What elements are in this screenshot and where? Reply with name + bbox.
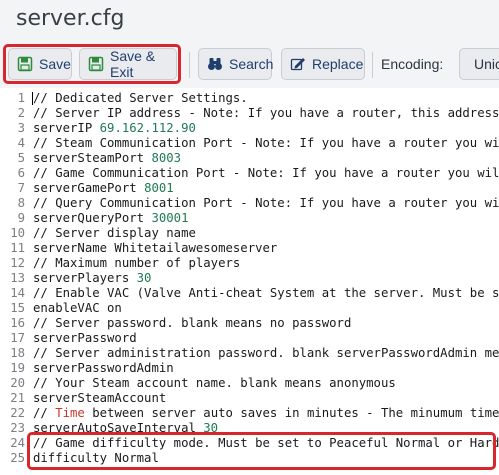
line-text: enableVAC on [33, 301, 122, 316]
line-text: serverSteamAccount [33, 391, 166, 406]
editor-toolbar: Save Save & Exit Search Replace Encoding… [0, 44, 499, 84]
line-text: serverPlayers 30 [33, 271, 151, 286]
line-text: // Server password. blank means no passw… [33, 316, 351, 331]
line-number: 10 [10, 226, 25, 240]
line-value: 8003 [151, 151, 182, 165]
replace-label: Replace [312, 56, 364, 72]
binoculars-icon [207, 56, 223, 72]
line-number: 7 [17, 181, 25, 195]
encoding-label: Encoding: [381, 56, 444, 72]
highlight-box-difficulty [27, 432, 496, 470]
line-text-main: // Server IP address - Note: If you have… [33, 106, 499, 120]
line-text: // Maximum number of players [33, 256, 240, 271]
line-number: 19 [10, 361, 25, 375]
line-number: 2 [17, 106, 25, 120]
line-number: 16 [10, 316, 25, 330]
line-text-rest: between server auto saves in minutes - T… [84, 406, 499, 420]
line-text: // Server IP address - Note: If you have… [33, 106, 499, 121]
line-number: 25 [10, 451, 25, 465]
line-text-main: // Server administration password. blank… [33, 346, 499, 360]
line-text-main: serverIP [33, 121, 100, 135]
line-number: 5 [17, 151, 25, 165]
line-text-main: // Steam Communication Port - Note: If y… [33, 136, 499, 150]
line-number: 24 [10, 436, 25, 450]
line-text-main: serverPlayers [33, 271, 137, 285]
replace-icon [290, 56, 306, 72]
line-number: 6 [17, 166, 25, 180]
line-text-main: // Server display name [33, 226, 196, 240]
line-text: serverPassword [33, 331, 137, 346]
line-text-main: enableVAC on [33, 301, 122, 315]
search-label: Search [229, 56, 274, 72]
line-text-main: serverSteamAccount [33, 391, 167, 405]
line-text-main: serverQueryPort [33, 211, 152, 225]
line-number: 11 [10, 241, 25, 255]
line-text-main: // Maximum number of players [33, 256, 241, 270]
line-number: 18 [10, 346, 25, 360]
line-number: 8 [17, 196, 25, 210]
line-text-main: // Server password. blank means no passw… [33, 316, 352, 330]
line-keyword: Time [55, 406, 85, 420]
line-text: serverName Whitetailawesomeserver [33, 241, 277, 256]
toolbar-divider [372, 52, 373, 78]
line-text: serverGamePort 8001 [33, 181, 174, 196]
line-number: 22 [10, 406, 25, 420]
line-text: // Query Communication Port - Note: If y… [33, 196, 499, 211]
line-number: 20 [10, 376, 25, 390]
line-text-main: serverName Whitetailawesomeserver [33, 241, 278, 255]
replace-button[interactable]: Replace [281, 48, 365, 80]
line-number: 21 [10, 391, 25, 405]
line-text: // Enable VAC (Valve Anti-cheat System a… [33, 286, 499, 301]
line-value: 30 [136, 271, 152, 285]
line-text: // Dedicated Server Settings. [33, 91, 248, 106]
line-number: 1 [17, 91, 25, 105]
file-title: server.cfg [16, 6, 125, 31]
line-text: serverPasswordAdmin [33, 361, 174, 376]
encoding-select[interactable]: Unic [459, 48, 499, 80]
line-text-main: // Game Communication Port - Note: If yo… [33, 166, 499, 180]
toolbar-divider [189, 52, 190, 78]
highlight-box-save [3, 44, 181, 84]
text-caret [32, 92, 33, 105]
line-text-main: serverGamePort [33, 181, 145, 195]
line-text: // Server display name [33, 226, 196, 241]
line-number: 23 [10, 421, 25, 435]
line-number: 4 [17, 136, 25, 150]
line-text: // Time between server auto saves in min… [33, 406, 499, 421]
line-text-main: serverSteamPort [33, 151, 152, 165]
line-number: 13 [10, 271, 25, 285]
line-value: 8001 [144, 181, 174, 195]
line-text-main: // Your Steam account name. blank means … [33, 376, 396, 390]
line-text-main: // Enable VAC (Valve Anti-cheat System a… [33, 286, 499, 300]
line-text: serverQueryPort 30001 [33, 211, 189, 226]
code-editor[interactable]: 1 // Dedicated Server Settings. 2 // Server… [0, 88, 499, 475]
line-text: serverSteamPort 8003 [33, 151, 181, 166]
line-number: 15 [10, 301, 25, 315]
line-value: 69.162.112.90 [99, 121, 196, 135]
line-text-main: serverPasswordAdmin [33, 361, 174, 375]
line-text: // Steam Communication Port - Note: If y… [33, 136, 499, 151]
line-text-main: // Dedicated Server Settings. [33, 91, 248, 105]
line-number: 14 [10, 286, 25, 300]
line-number: 3 [17, 121, 25, 135]
line-number: 9 [17, 211, 25, 225]
line-text: // Server administration password. blank… [33, 346, 499, 361]
line-text: serverIP 69.162.112.90 [33, 121, 196, 136]
line-number: 12 [10, 256, 25, 270]
line-number: 17 [10, 331, 25, 345]
line-text-main: serverPassword [33, 331, 137, 345]
line-text-main: // Query Communication Port - Note: If y… [33, 196, 499, 210]
search-button[interactable]: Search [198, 48, 274, 80]
line-value: 30001 [151, 211, 189, 225]
line-text: // Your Steam account name. blank means … [33, 376, 396, 391]
line-text: // Game Communication Port - Note: If yo… [33, 166, 499, 181]
line-text-main: // [33, 406, 56, 420]
